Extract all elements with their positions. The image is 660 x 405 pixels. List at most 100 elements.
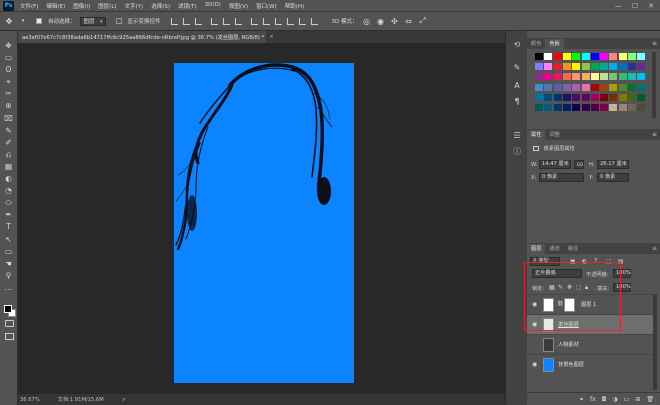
- trash-icon[interactable]: 🗑: [646, 396, 654, 403]
- color-swatch[interactable]: [572, 53, 581, 60]
- gradient-tool-icon[interactable]: ◐: [3, 174, 15, 185]
- color-swatch[interactable]: [609, 73, 618, 81]
- menu-item[interactable]: 文件(F): [20, 2, 38, 10]
- color-swatch[interactable]: [628, 53, 636, 60]
- menu-item[interactable]: 图层(L): [98, 2, 116, 10]
- distribute-top-icon[interactable]: [250, 17, 258, 25]
- dodge-tool-icon[interactable]: ⬭: [3, 198, 15, 209]
- roll-3d-icon[interactable]: ◉: [376, 17, 386, 26]
- color-swatch[interactable]: [572, 104, 581, 111]
- color-swatch[interactable]: [628, 93, 636, 101]
- color-swatch[interactable]: [590, 53, 599, 60]
- color-swatch[interactable]: [637, 104, 646, 111]
- align-top-icon[interactable]: [170, 17, 178, 25]
- tab-adjustments[interactable]: 调整: [545, 130, 563, 140]
- menu-item[interactable]: 帮助(H): [285, 2, 304, 10]
- zoom-level[interactable]: 36.67%: [20, 397, 40, 403]
- path-select-tool-icon[interactable]: ↖: [3, 235, 15, 246]
- menu-item[interactable]: 窗口(W): [256, 2, 277, 10]
- height-field[interactable]: 26.17 厘米: [597, 160, 629, 169]
- color-swatch[interactable]: [581, 53, 590, 60]
- swatches-scrollbar[interactable]: [652, 52, 656, 118]
- panel-menu-icon[interactable]: ≡: [652, 130, 657, 140]
- color-swatch[interactable]: [581, 83, 590, 91]
- color-swatch[interactable]: [553, 73, 562, 81]
- show-transform-checkbox[interactable]: [115, 18, 122, 24]
- layer-row[interactable]: 人物素材: [527, 334, 653, 354]
- close-button[interactable]: ✕: [648, 2, 654, 10]
- properties-icon[interactable]: ☰: [512, 131, 522, 141]
- color-swatch[interactable]: [544, 83, 553, 91]
- color-swatch[interactable]: [544, 93, 553, 101]
- color-swatch[interactable]: [535, 104, 543, 111]
- tab-layers[interactable]: 图层: [527, 244, 546, 254]
- color-swatch[interactable]: [609, 93, 618, 101]
- color-swatch[interactable]: [618, 83, 627, 91]
- color-swatch[interactable]: [562, 63, 571, 71]
- color-swatch[interactable]: [637, 83, 646, 91]
- color-swatch[interactable]: [618, 104, 627, 111]
- color-swatch[interactable]: [535, 93, 543, 101]
- color-swatch[interactable]: [618, 93, 627, 101]
- distribute-left-icon[interactable]: [286, 17, 294, 25]
- color-swatch[interactable]: [562, 104, 571, 111]
- link-dimensions-button[interactable]: GO: [574, 160, 584, 169]
- menu-item[interactable]: 3D(D): [205, 2, 221, 10]
- color-swatch[interactable]: [535, 73, 543, 81]
- color-swatch[interactable]: [544, 73, 553, 81]
- color-swatch[interactable]: [618, 53, 627, 60]
- adjustment-icon[interactable]: ◑: [612, 396, 617, 403]
- rotate-3d-icon[interactable]: ◎: [362, 17, 372, 26]
- color-swatch[interactable]: [600, 83, 609, 91]
- layer-row[interactable]: ◉ 背景色图层: [527, 354, 653, 374]
- width-field[interactable]: 14.47 厘米: [539, 160, 571, 169]
- brush-settings-icon[interactable]: ✎: [512, 63, 522, 73]
- pan-3d-icon[interactable]: ✣: [390, 17, 400, 26]
- color-swatch[interactable]: [553, 63, 562, 71]
- eyedropper-tool-icon[interactable]: ⊕: [3, 101, 15, 112]
- auto-select-target-select[interactable]: 图层: [79, 16, 106, 26]
- panel-menu-icon[interactable]: ≡: [652, 244, 657, 254]
- menu-item[interactable]: 编辑(E): [46, 2, 65, 10]
- clone-stamp-tool-icon[interactable]: ✐: [3, 138, 15, 149]
- color-swatch[interactable]: [600, 63, 609, 71]
- character-icon[interactable]: A: [512, 81, 522, 91]
- distribute-bottom-icon[interactable]: [274, 17, 282, 25]
- align-middle-icon[interactable]: [182, 17, 190, 25]
- layer-name[interactable]: 人物素材: [558, 341, 579, 348]
- color-swatch[interactable]: [628, 63, 636, 71]
- color-swatch[interactable]: [637, 73, 646, 81]
- brush-tool-icon[interactable]: ✎: [3, 126, 15, 137]
- crop-tool-icon[interactable]: ✂: [3, 89, 15, 100]
- color-swatch[interactable]: [600, 104, 609, 111]
- lasso-tool-icon[interactable]: ʘ: [3, 65, 15, 76]
- tab-swatches[interactable]: 色板: [545, 39, 564, 49]
- color-swatch[interactable]: [590, 104, 599, 111]
- align-right-icon[interactable]: [234, 17, 242, 25]
- tab-paths[interactable]: 路径: [564, 244, 582, 254]
- layer-thumbnail[interactable]: [543, 358, 554, 372]
- color-swatch[interactable]: [618, 73, 627, 81]
- align-center-icon[interactable]: [222, 17, 230, 25]
- color-swatch[interactable]: [572, 73, 581, 81]
- maximize-button[interactable]: ☐: [632, 2, 638, 10]
- tab-channels[interactable]: 通道: [545, 244, 563, 254]
- layer-thumbnail[interactable]: [543, 338, 554, 352]
- menu-item[interactable]: 选择(S): [151, 2, 170, 10]
- move-tool-icon[interactable]: ✥: [4, 17, 14, 26]
- distribute-center-icon[interactable]: [298, 17, 306, 25]
- color-swatch[interactable]: [572, 93, 581, 101]
- status-menu-arrow[interactable]: >: [122, 397, 126, 403]
- marquee-tool-icon[interactable]: ▭: [3, 53, 15, 64]
- color-swatch[interactable]: [600, 73, 609, 81]
- color-swatch[interactable]: [535, 53, 543, 60]
- menu-item[interactable]: 文字(Y): [125, 2, 144, 10]
- color-swatch[interactable]: [581, 63, 590, 71]
- color-swatch[interactable]: [590, 73, 599, 81]
- minimize-button[interactable]: —: [615, 2, 622, 10]
- color-swatch[interactable]: [553, 104, 562, 111]
- distribute-right-icon[interactable]: [310, 17, 318, 25]
- scale-3d-icon[interactable]: ⤢: [418, 16, 428, 26]
- color-swatch[interactable]: [637, 93, 646, 101]
- x-position-field[interactable]: 0 像素: [539, 173, 584, 182]
